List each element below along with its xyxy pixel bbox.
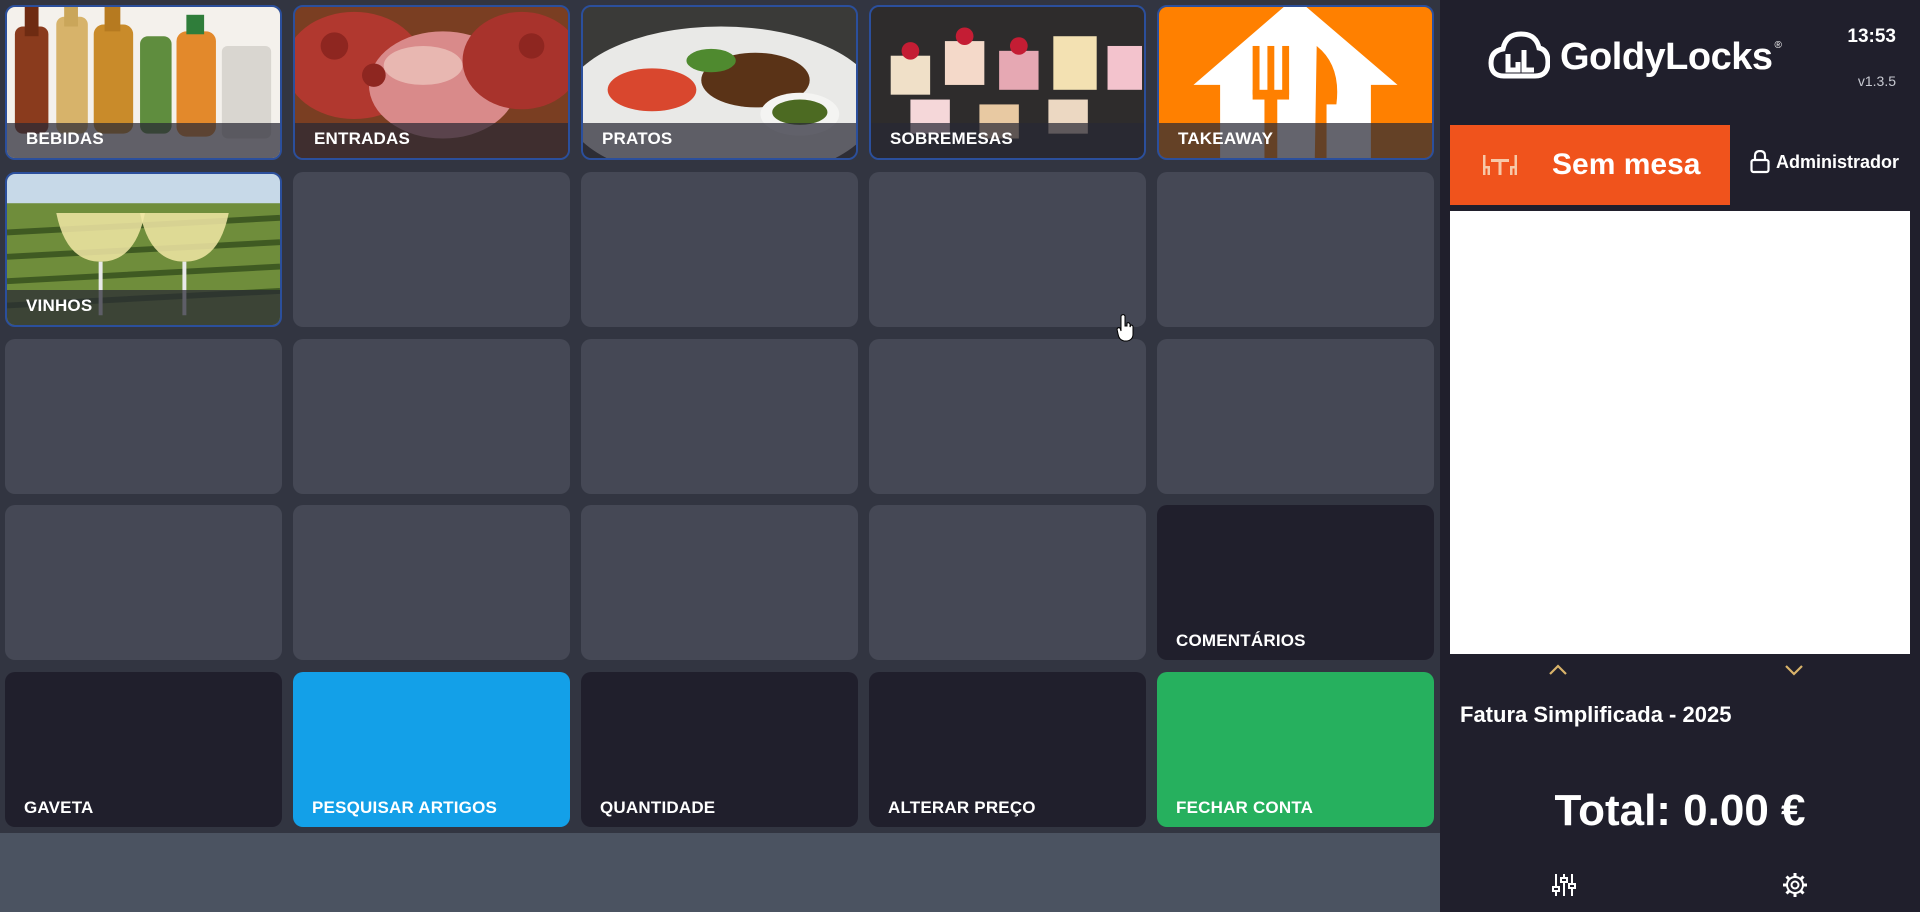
category-tile-bebidas[interactable]: BEBIDAS [5,5,282,160]
sliders-icon[interactable] [1552,872,1576,898]
quantidade-button[interactable]: QUANTIDADE [581,672,858,827]
chevron-down-icon[interactable] [1784,664,1804,676]
order-panel: GoldyLocks ® 13:53 v1.3.5 Sem mesa Admin… [1440,0,1920,912]
empty-tile [581,505,858,660]
category-tile-takeaway[interactable]: TAKEAWAY [1157,5,1434,160]
order-total: Total: 0.00 € [1554,786,1806,835]
comentarios-button[interactable]: COMENTÁRIOS [1157,505,1434,660]
clock: 13:53 [1847,26,1896,47]
tile-label: SOBREMESAS [890,129,1013,148]
category-tile-pratos[interactable]: PRATOS [581,5,858,160]
brand-name: GoldyLocks [1560,35,1773,78]
empty-tile [5,339,282,494]
order-items-list[interactable] [1450,211,1910,654]
empty-tile [581,339,858,494]
user-label: Administrador [1776,151,1900,172]
tile-label: QUANTIDADE [600,798,716,817]
gear-icon[interactable] [1782,872,1808,898]
hand-cursor-icon [1116,314,1134,342]
table-label: Sem mesa [1552,148,1701,181]
tile-label: BEBIDAS [26,129,104,148]
tile-label: TAKEAWAY [1178,129,1274,148]
tile-label: PRATOS [602,129,673,148]
table-chairs-icon [1483,155,1517,175]
tile-label: VINHOS [26,296,93,315]
tile-label: GAVETA [24,798,94,817]
tile-label: COMENTÁRIOS [1176,631,1306,650]
app-version: v1.3.5 [1857,73,1896,89]
gaveta-button[interactable]: GAVETA [5,672,282,827]
lock-icon [1750,150,1770,174]
category-tile-sobremesas[interactable]: SOBREMESAS [869,5,1146,160]
fechar-conta-button[interactable]: FECHAR CONTA [1157,672,1434,827]
category-tile-vinhos[interactable]: VINHOS [5,172,282,327]
tile-label: ALTERAR PREÇO [888,798,1036,817]
pesquisar-artigos-button[interactable]: PESQUISAR ARTIGOS [293,672,570,827]
table-select-button[interactable]: Sem mesa [1450,125,1730,205]
empty-tile [581,172,858,327]
cloud-logo-icon [1488,31,1550,79]
empty-tile [293,172,570,327]
tile-label: ENTRADAS [314,129,411,148]
alterar-preco-button[interactable]: ALTERAR PREÇO [869,672,1146,827]
empty-tile [1157,339,1434,494]
empty-tile [869,172,1146,327]
empty-tile [293,339,570,494]
brand-registered-mark: ® [1774,39,1782,51]
chevron-up-icon[interactable] [1548,664,1568,676]
category-grid: BEBIDAS ENTRADAS PRATOS SOBREMESAS TAKEA… [0,0,1440,833]
category-tile-entradas[interactable]: ENTRADAS [293,5,570,160]
empty-tile [5,505,282,660]
brand-logo: GoldyLocks ® [1488,22,1808,92]
empty-tile [1157,172,1434,327]
tile-label: PESQUISAR ARTIGOS [312,798,498,817]
empty-tile [293,505,570,660]
document-type: Fatura Simplificada - 2025 [1460,702,1732,727]
empty-tile [869,505,1146,660]
empty-tile [869,339,1146,494]
user-button[interactable]: Administrador [1750,150,1899,174]
tile-label: FECHAR CONTA [1176,798,1314,817]
